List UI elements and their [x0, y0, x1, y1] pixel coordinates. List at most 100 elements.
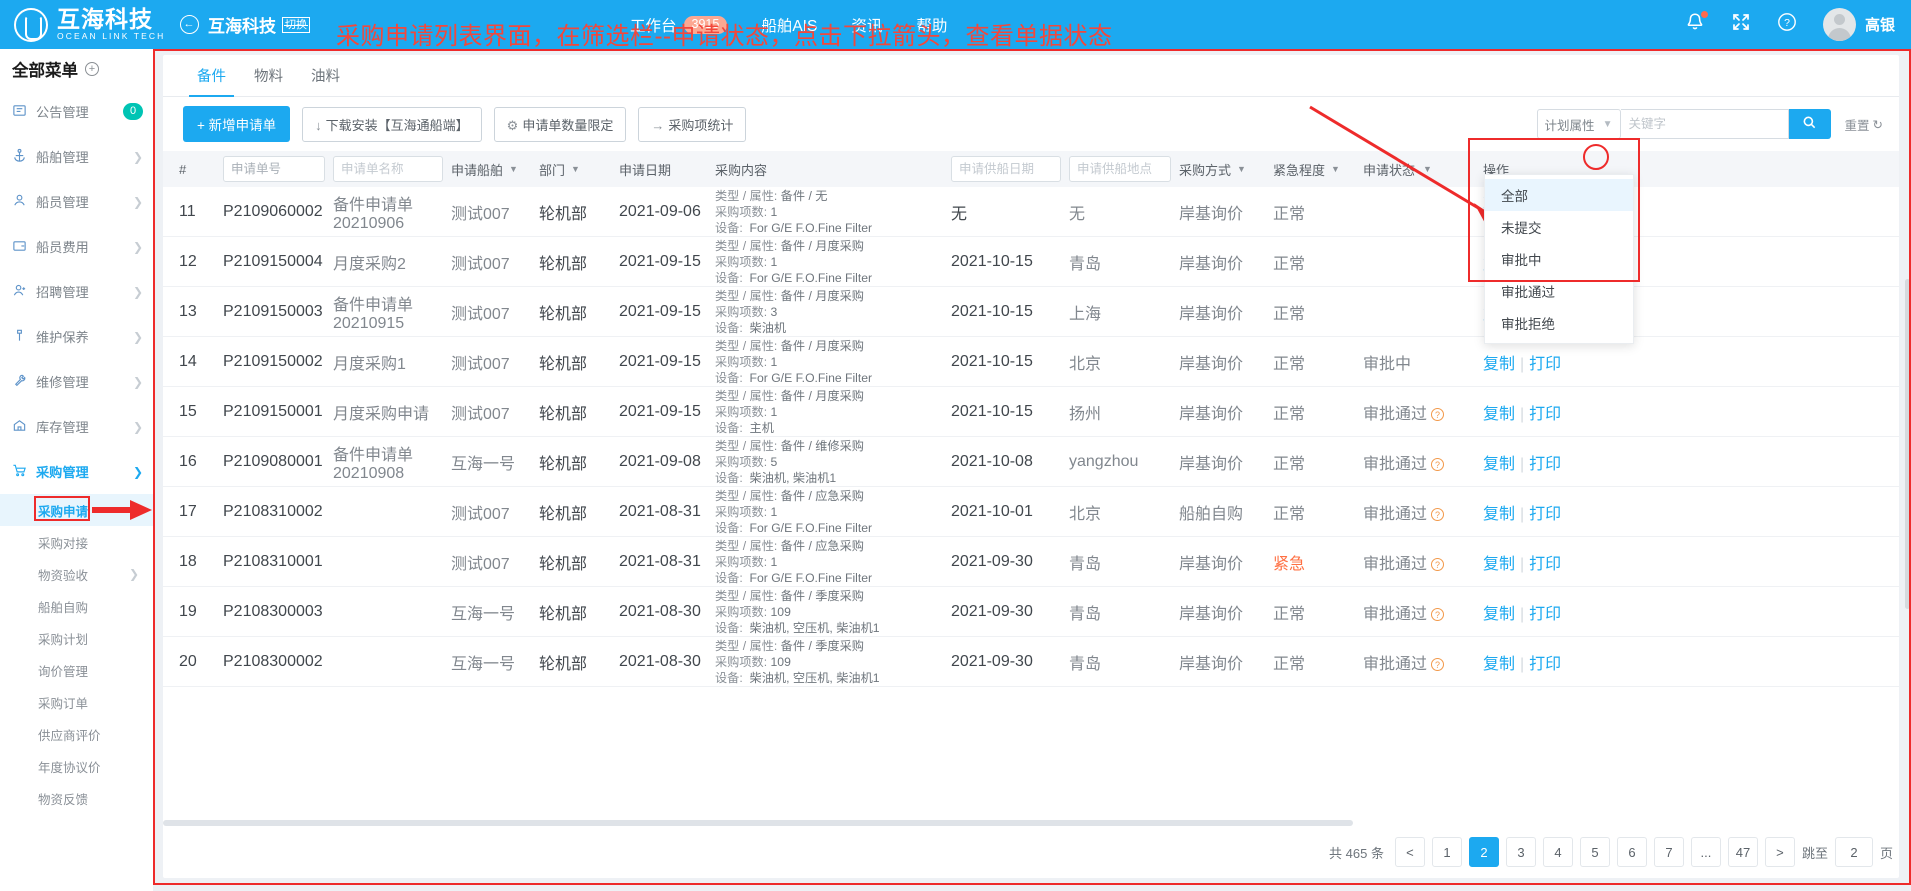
page-button[interactable]: 6	[1616, 837, 1647, 867]
sidebar-item-purchase-order[interactable]: 采购订单	[0, 686, 153, 718]
print-action[interactable]: 打印	[1529, 656, 1561, 673]
sidebar-item-goods-acceptance[interactable]: 物资验收 ❯	[0, 558, 153, 590]
print-action[interactable]: 打印	[1529, 556, 1561, 573]
copy-action[interactable]: 复制	[1483, 606, 1515, 623]
sidebar-item-crew-management[interactable]: 船员管理 ❯	[0, 179, 153, 224]
table-row[interactable]: 16 P2109080001 备件申请单20210908 互海一号 轮机部 2021-09…	[163, 437, 1899, 487]
th-department[interactable]: 部门 ▼	[535, 160, 615, 179]
status-option[interactable]: 全部	[1485, 179, 1633, 211]
page-button[interactable]: 4	[1542, 837, 1573, 867]
sidebar-item-maintenance[interactable]: 维护保养 ❯	[0, 314, 153, 359]
status-option[interactable]: 审批通过	[1485, 275, 1633, 307]
copy-action[interactable]: 复制	[1483, 406, 1515, 423]
plan-attribute-select[interactable]: 计划属性 ▼	[1536, 109, 1621, 139]
copy-action[interactable]: 复制	[1483, 506, 1515, 523]
sidebar-item-goods-feedback[interactable]: 物资反馈	[0, 782, 153, 814]
print-action[interactable]: 打印	[1529, 456, 1561, 473]
fullscreen-icon[interactable]	[1731, 12, 1751, 37]
th-request-status[interactable]: 申请状态 ▼	[1359, 160, 1479, 179]
tab-materials[interactable]: 物料	[240, 65, 297, 96]
purchase-stats-button[interactable]: → 采购项统计	[638, 106, 747, 142]
sidebar-item-purchase-plan[interactable]: 采购计划	[0, 622, 153, 654]
arrow-left-circle-icon[interactable]: ←	[180, 15, 199, 34]
page-button[interactable]: 1	[1431, 837, 1462, 867]
tab-spare-parts[interactable]: 备件	[183, 65, 240, 97]
bell-icon[interactable]	[1685, 10, 1708, 38]
cell-apply-date: 2021-09-15	[619, 402, 701, 420]
info-question-icon[interactable]: ?	[1431, 408, 1445, 421]
th-purchase-method[interactable]: 采购方式 ▼	[1175, 160, 1269, 179]
plus-circle-icon[interactable]: +	[85, 62, 99, 76]
sidebar-item-purchase-management[interactable]: 采购管理 ❯	[0, 449, 153, 494]
page-button[interactable]: ...	[1690, 837, 1721, 867]
th-urgency[interactable]: 紧急程度 ▼	[1269, 160, 1359, 179]
table-row[interactable]: 15 P2109150001 月度采购申请 测试007 轮机部 2021-09-15 类型 …	[163, 387, 1899, 437]
table-row[interactable]: 17 P2108310002 测试007 轮机部 2021-08-31 类型 / 属性: …	[163, 487, 1899, 537]
sidebar-item-announcement[interactable]: 公告管理 0	[0, 89, 153, 134]
filter-request-name-input[interactable]	[333, 156, 443, 182]
copy-action[interactable]: 复制	[1483, 556, 1515, 573]
reset-button[interactable]: 重置 ↻	[1845, 115, 1884, 134]
table-row[interactable]: 18 P2108310001 测试007 轮机部 2021-08-31 类型 / 属性: …	[163, 537, 1899, 587]
status-option[interactable]: 审批中	[1485, 243, 1633, 275]
sidebar-item-crew-expense[interactable]: 船员费用 ❯	[0, 224, 153, 269]
sidebar-item-annual-agreement-price[interactable]: 年度协议价	[0, 750, 153, 782]
sidebar-item-ship-management[interactable]: 船舶管理 ❯	[0, 134, 153, 179]
search-button[interactable]	[1788, 109, 1831, 139]
vertical-scrollbar[interactable]	[1905, 279, 1910, 609]
info-question-icon[interactable]: ?	[1431, 458, 1445, 471]
info-question-icon[interactable]: ?	[1431, 608, 1445, 621]
new-request-button[interactable]: + 新增申请单	[183, 106, 291, 142]
search-input[interactable]	[1620, 109, 1789, 139]
page-button[interactable]: 5	[1579, 837, 1610, 867]
quantity-limit-button[interactable]: ⚙ 申请单数量限定	[493, 106, 627, 142]
table-row[interactable]: 12 P2109150004 月度采购2 测试007 轮机部 2021-09-15 类型 /…	[163, 237, 1899, 287]
print-action[interactable]: 打印	[1529, 506, 1561, 523]
table-row[interactable]: 19 P2108300003 互海一号 轮机部 2021-08-30 类型 / 属性: 备…	[163, 587, 1899, 637]
company-switcher[interactable]: ← 互海科技 切换	[180, 12, 310, 37]
info-question-icon[interactable]: ?	[1431, 558, 1445, 571]
page-button[interactable]: 47	[1727, 837, 1758, 867]
chevron-down-icon[interactable]: ▼	[1423, 164, 1432, 174]
th-ship[interactable]: 申请船舶 ▼	[447, 160, 535, 179]
filter-supply-date-input[interactable]	[951, 156, 1061, 182]
sidebar-item-purchase-request[interactable]: 采购申请	[0, 494, 153, 526]
print-action[interactable]: 打印	[1529, 606, 1561, 623]
brand[interactable]: 互海科技 OCEAN LINK TECH	[0, 7, 170, 42]
print-action[interactable]: 打印	[1529, 356, 1561, 373]
sidebar-item-supplier-evaluation[interactable]: 供应商评价	[0, 718, 153, 750]
info-question-icon[interactable]: ?	[1431, 508, 1445, 521]
page-button[interactable]: 3	[1505, 837, 1536, 867]
page-button[interactable]: 7	[1653, 837, 1684, 867]
user-menu[interactable]: 高银	[1822, 8, 1895, 41]
prev-page-button[interactable]: <	[1394, 837, 1425, 867]
page-button[interactable]: 2	[1468, 837, 1499, 867]
tab-oil[interactable]: 油料	[297, 65, 354, 96]
sidebar-item-purchase-docking[interactable]: 采购对接	[0, 526, 153, 558]
table-row[interactable]: 14 P2109150002 月度采购1 测试007 轮机部 2021-09-15 类型 /…	[163, 337, 1899, 387]
table-row[interactable]: 13 P2109150003 备件申请单20210915 测试007 轮机部 2021-0…	[163, 287, 1899, 337]
filter-request-no-input[interactable]	[223, 156, 325, 182]
print-action[interactable]: 打印	[1529, 406, 1561, 423]
status-option[interactable]: 审批拒绝	[1485, 307, 1633, 339]
status-option[interactable]: 未提交	[1485, 211, 1633, 243]
sidebar-item-ship-self-purchase[interactable]: 船舶自购	[0, 590, 153, 622]
cell-ship: 测试007	[451, 555, 510, 573]
copy-action[interactable]: 复制	[1483, 356, 1515, 373]
jump-page-input[interactable]	[1834, 837, 1873, 867]
info-question-icon[interactable]: ?	[1431, 658, 1445, 671]
filter-supply-place-input[interactable]	[1069, 156, 1171, 182]
sidebar-item-inquiry-management[interactable]: 询价管理	[0, 654, 153, 686]
sidebar-item-inventory[interactable]: 库存管理 ❯	[0, 404, 153, 449]
next-page-button[interactable]: >	[1764, 837, 1795, 867]
sidebar-item-repair[interactable]: 维修管理 ❯	[0, 359, 153, 404]
download-install-button[interactable]: ↓ 下载安装【互海通船端】	[302, 106, 482, 142]
question-circle-icon[interactable]: ?	[1777, 12, 1797, 37]
cell-supply-date: 2021-10-15	[951, 252, 1033, 270]
copy-action[interactable]: 复制	[1483, 656, 1515, 673]
table-row[interactable]: 11 P2109060002 备件申请单20210906 测试007 轮机部 2021-0…	[163, 187, 1899, 237]
table-row[interactable]: 20 P2108300002 互海一号 轮机部 2021-08-30 类型 / 属性: 备…	[163, 637, 1899, 687]
copy-action[interactable]: 复制	[1483, 456, 1515, 473]
sidebar-item-recruitment[interactable]: 招聘管理 ❯	[0, 269, 153, 314]
switch-company-tag[interactable]: 切换	[282, 16, 310, 33]
